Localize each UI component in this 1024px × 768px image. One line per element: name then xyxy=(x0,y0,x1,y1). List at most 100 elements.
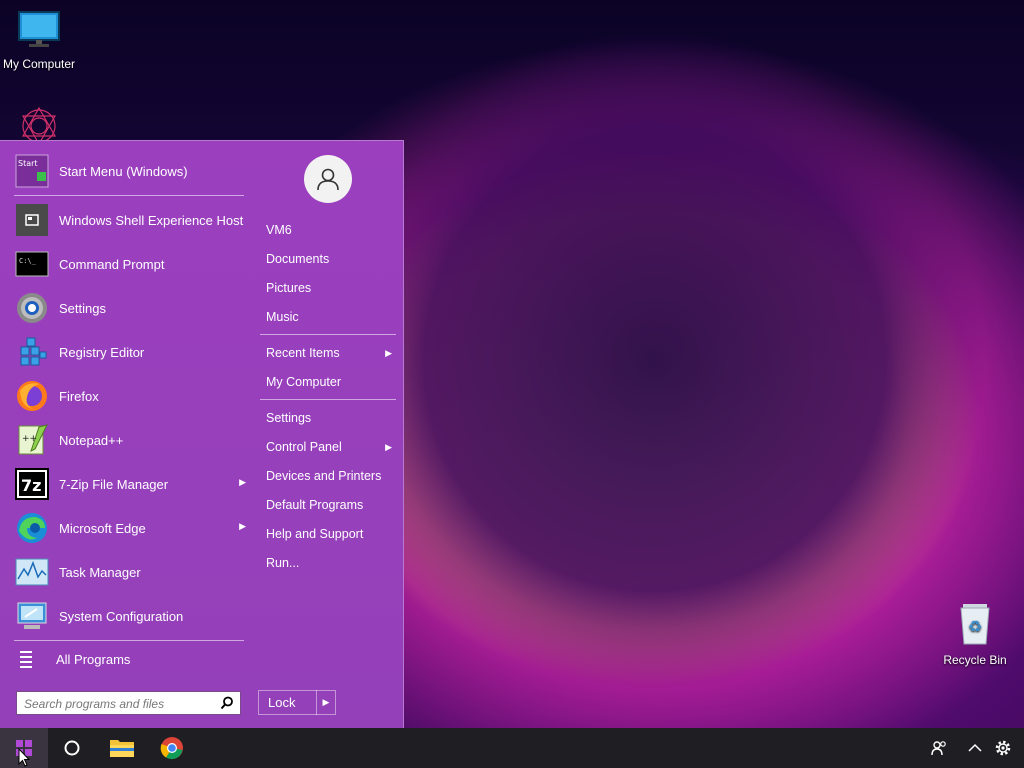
program-settings[interactable]: Settings xyxy=(8,286,248,330)
control-panel-label: Control Panel xyxy=(266,440,342,454)
devices-printers-label: Devices and Printers xyxy=(266,469,382,483)
monitor-icon xyxy=(18,11,60,47)
right-item-user[interactable]: VM6 xyxy=(266,223,396,237)
program-firefox[interactable]: Firefox xyxy=(8,374,248,418)
lock-button[interactable]: Lock ▶ xyxy=(258,690,336,715)
command-prompt-icon: C:\_ xyxy=(15,247,49,281)
recent-items-label: Recent Items xyxy=(266,346,340,360)
program-label: Start Menu (Windows) xyxy=(59,163,188,179)
program-separator xyxy=(14,195,244,196)
svg-text:7z: 7z xyxy=(21,476,41,495)
gear-icon xyxy=(995,740,1011,756)
program-start-menu-windows[interactable]: Start Start Menu (Windows) xyxy=(8,149,248,193)
program-windows-shell-experience-host[interactable]: Windows Shell Experience Host xyxy=(8,198,248,242)
program-notepad-plus-plus[interactable]: ++ Notepad++ xyxy=(8,418,248,462)
program-label: Command Prompt xyxy=(59,256,165,272)
file-explorer-button[interactable] xyxy=(98,728,146,768)
search-icon[interactable] xyxy=(220,696,234,710)
programs-bottom-separator xyxy=(14,640,244,641)
settings-label: Settings xyxy=(266,411,312,425)
program-system-configuration[interactable]: System Configuration xyxy=(8,594,248,638)
mouse-cursor-icon xyxy=(18,748,30,767)
notepad-plus-plus-icon: ++ xyxy=(15,423,49,457)
list-icon xyxy=(20,650,40,668)
program-registry-editor[interactable]: Registry Editor xyxy=(8,330,248,374)
search-input[interactable] xyxy=(22,693,216,715)
cortana-search-button[interactable] xyxy=(48,728,96,768)
help-support-label: Help and Support xyxy=(266,527,364,541)
svg-text:♻: ♻ xyxy=(968,617,982,636)
my-computer-label: My Computer xyxy=(2,57,76,71)
chevron-up-icon xyxy=(968,743,982,752)
right-item-pictures[interactable]: Pictures xyxy=(266,281,396,295)
program-7zip-file-manager[interactable]: 7z 7-Zip File Manager ▶ xyxy=(8,462,248,506)
start-menu-programs: Start Start Menu (Windows) Windows Shell… xyxy=(8,149,248,675)
program-label: Notepad++ xyxy=(59,432,124,448)
people-icon xyxy=(931,741,946,756)
show-hidden-icons-button[interactable] xyxy=(960,728,990,768)
people-button[interactable] xyxy=(924,728,954,768)
right-separator-1 xyxy=(260,334,396,335)
right-item-recent-items[interactable]: Recent Items ▶ xyxy=(266,346,396,360)
run-label: Run... xyxy=(266,556,300,570)
user-icon xyxy=(317,168,339,191)
system-configuration-icon xyxy=(15,599,49,633)
folder-icon xyxy=(110,740,134,757)
chrome-icon xyxy=(160,737,183,760)
lock-options-arrow-icon[interactable]: ▶ xyxy=(317,697,335,708)
tray-settings-button[interactable] xyxy=(988,728,1018,768)
program-label: Settings xyxy=(59,300,106,316)
default-programs-label: Default Programs xyxy=(266,498,364,512)
recycle-bin-label: Recycle Bin xyxy=(943,653,1007,667)
right-separator-2 xyxy=(260,399,396,400)
submenu-arrow-icon: ▶ xyxy=(385,348,392,358)
settings-gear-icon xyxy=(15,291,49,325)
program-label: Registry Editor xyxy=(59,344,145,360)
program-label: Task Manager xyxy=(59,564,141,580)
right-item-control-panel[interactable]: Control Panel ▶ xyxy=(266,440,396,454)
right-item-run[interactable]: Run... xyxy=(266,556,396,570)
my-computer-desktop-icon[interactable]: My Computer xyxy=(0,10,84,71)
lock-label: Lock xyxy=(268,695,296,710)
pictures-label: Pictures xyxy=(266,281,312,295)
firefox-icon xyxy=(15,379,49,413)
program-label: Firefox xyxy=(59,388,99,404)
right-item-documents[interactable]: Documents xyxy=(266,252,396,266)
submenu-arrow-icon: ▶ xyxy=(239,477,246,487)
task-manager-icon xyxy=(15,555,49,589)
program-command-prompt[interactable]: C:\_ Command Prompt xyxy=(8,242,248,286)
right-item-help-support[interactable]: Help and Support xyxy=(266,527,396,541)
program-label: Windows Shell Experience Host xyxy=(59,212,244,228)
right-item-music[interactable]: Music xyxy=(266,310,396,324)
search-box[interactable] xyxy=(16,691,241,715)
right-item-settings[interactable]: Settings xyxy=(266,411,396,425)
program-label: System Configuration xyxy=(59,608,184,624)
program-label: 7-Zip File Manager xyxy=(59,476,169,492)
svg-text:Start: Start xyxy=(18,159,38,168)
all-programs-label: All Programs xyxy=(56,651,131,667)
start-menu-icon: Start xyxy=(15,154,49,188)
right-item-default-programs[interactable]: Default Programs xyxy=(266,498,396,512)
circle-search-icon xyxy=(64,740,80,756)
submenu-arrow-icon: ▶ xyxy=(239,521,246,531)
svg-text:C:\_: C:\_ xyxy=(19,257,37,265)
shell-host-icon xyxy=(15,203,49,237)
edge-icon xyxy=(15,511,49,545)
all-programs-button[interactable]: All Programs xyxy=(8,643,248,675)
recycle-bin-desktop-icon[interactable]: ♻ Recycle Bin xyxy=(930,602,1020,667)
registry-editor-icon xyxy=(15,335,49,369)
user-name-label: VM6 xyxy=(266,223,292,237)
right-item-my-computer[interactable]: My Computer xyxy=(266,375,396,389)
seven-zip-icon: 7z xyxy=(15,467,49,501)
music-label: Music xyxy=(266,310,299,324)
submenu-arrow-icon: ▶ xyxy=(385,442,392,452)
right-item-devices-printers[interactable]: Devices and Printers xyxy=(266,469,396,483)
program-microsoft-edge[interactable]: Microsoft Edge ▶ xyxy=(8,506,248,550)
chrome-button[interactable] xyxy=(148,728,196,768)
program-task-manager[interactable]: Task Manager xyxy=(8,550,248,594)
user-avatar[interactable] xyxy=(304,155,352,203)
svg-text:++: ++ xyxy=(22,434,37,444)
recycle-bin-icon: ♻ xyxy=(960,604,990,645)
taskbar xyxy=(0,728,1024,768)
my-computer-menu-label: My Computer xyxy=(266,375,342,389)
